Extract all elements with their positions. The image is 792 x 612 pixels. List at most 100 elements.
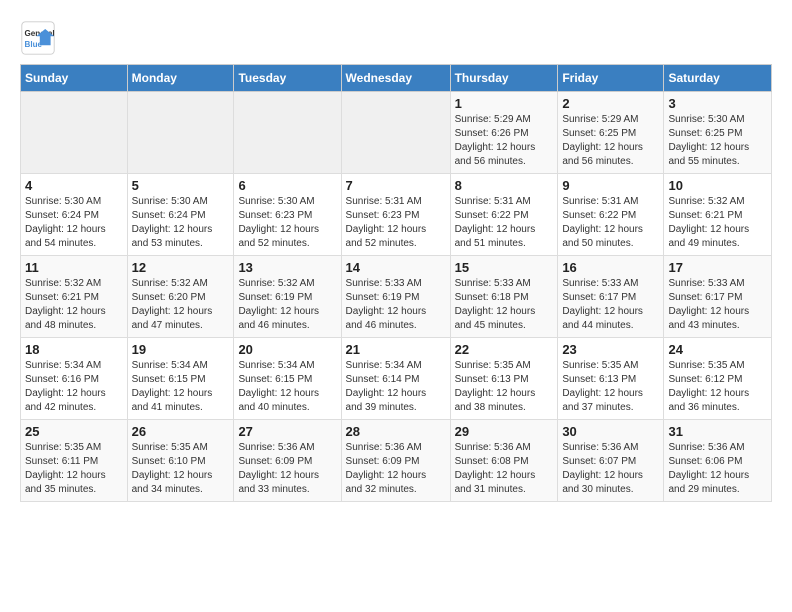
day-number: 22 bbox=[455, 342, 554, 357]
day-number: 27 bbox=[238, 424, 336, 439]
day-info: Sunrise: 5:34 AM Sunset: 6:15 PM Dayligh… bbox=[238, 359, 336, 415]
day-info: Sunrise: 5:30 AM Sunset: 6:25 PM Dayligh… bbox=[668, 113, 767, 169]
day-cell bbox=[21, 92, 128, 174]
day-info: Sunrise: 5:31 AM Sunset: 6:22 PM Dayligh… bbox=[455, 195, 554, 251]
day-info: Sunrise: 5:34 AM Sunset: 6:14 PM Dayligh… bbox=[346, 359, 446, 415]
day-cell: 24 Sunrise: 5:35 AM Sunset: 6:12 PM Dayli… bbox=[664, 338, 772, 420]
day-cell: 6 Sunrise: 5:30 AM Sunset: 6:23 PM Daylig… bbox=[234, 174, 341, 256]
day-cell: 25 Sunrise: 5:35 AM Sunset: 6:11 PM Dayli… bbox=[21, 420, 128, 502]
day-cell: 17Sunrise: 5:33 AM Sunset: 6:17 PM Dayli… bbox=[664, 256, 772, 338]
day-cell: 12 Sunrise: 5:32 AM Sunset: 6:20 PM Dayli… bbox=[127, 256, 234, 338]
day-cell: 3 Sunrise: 5:30 AM Sunset: 6:25 PM Daylig… bbox=[664, 92, 772, 174]
day-cell: 22 Sunrise: 5:35 AM Sunset: 6:13 PM Dayli… bbox=[450, 338, 558, 420]
day-cell: 1 Sunrise: 5:29 AM Sunset: 6:26 PM Daylig… bbox=[450, 92, 558, 174]
day-cell: 31 Sunrise: 5:36 AM Sunset: 6:06 PM Dayli… bbox=[664, 420, 772, 502]
logo-icon: General Blue bbox=[20, 20, 56, 56]
day-cell: 5 Sunrise: 5:30 AM Sunset: 6:24 PM Daylig… bbox=[127, 174, 234, 256]
day-info: Sunrise: 5:35 AM Sunset: 6:11 PM Dayligh… bbox=[25, 441, 123, 497]
day-info: Sunrise: 5:34 AM Sunset: 6:15 PM Dayligh… bbox=[132, 359, 230, 415]
day-info: Sunrise: 5:36 AM Sunset: 6:09 PM Dayligh… bbox=[346, 441, 446, 497]
day-number: 9 bbox=[562, 178, 659, 193]
column-header-tuesday: Tuesday bbox=[234, 65, 341, 92]
day-number: 19 bbox=[132, 342, 230, 357]
day-info: Sunrise: 5:35 AM Sunset: 6:10 PM Dayligh… bbox=[132, 441, 230, 497]
day-info: Sunrise: 5:32 AM Sunset: 6:21 PM Dayligh… bbox=[25, 277, 123, 333]
day-number: 7 bbox=[346, 178, 446, 193]
day-number: 1 bbox=[455, 96, 554, 111]
day-number: 13 bbox=[238, 260, 336, 275]
day-number: 8 bbox=[455, 178, 554, 193]
week-row-4: 18 Sunrise: 5:34 AM Sunset: 6:16 PM Dayli… bbox=[21, 338, 772, 420]
day-cell: 29 Sunrise: 5:36 AM Sunset: 6:08 PM Dayli… bbox=[450, 420, 558, 502]
day-info: Sunrise: 5:33 AM Sunset: 6:17 PM Dayligh… bbox=[562, 277, 659, 333]
day-cell: 4Sunrise: 5:30 AM Sunset: 6:24 PM Daylig… bbox=[21, 174, 128, 256]
day-info: Sunrise: 5:36 AM Sunset: 6:08 PM Dayligh… bbox=[455, 441, 554, 497]
day-number: 17 bbox=[668, 260, 767, 275]
day-info: Sunrise: 5:35 AM Sunset: 6:12 PM Dayligh… bbox=[668, 359, 767, 415]
day-number: 5 bbox=[132, 178, 230, 193]
day-info: Sunrise: 5:29 AM Sunset: 6:26 PM Dayligh… bbox=[455, 113, 554, 169]
day-number: 21 bbox=[346, 342, 446, 357]
day-cell: 28 Sunrise: 5:36 AM Sunset: 6:09 PM Dayli… bbox=[341, 420, 450, 502]
day-number: 16 bbox=[562, 260, 659, 275]
day-cell: 10 Sunrise: 5:32 AM Sunset: 6:21 PM Dayli… bbox=[664, 174, 772, 256]
column-header-friday: Friday bbox=[558, 65, 664, 92]
day-number: 25 bbox=[25, 424, 123, 439]
day-info: Sunrise: 5:32 AM Sunset: 6:19 PM Dayligh… bbox=[238, 277, 336, 333]
day-number: 3 bbox=[668, 96, 767, 111]
week-row-3: 11 Sunrise: 5:32 AM Sunset: 6:21 PM Dayli… bbox=[21, 256, 772, 338]
day-info: Sunrise: 5:35 AM Sunset: 6:13 PM Dayligh… bbox=[562, 359, 659, 415]
day-cell bbox=[341, 92, 450, 174]
day-cell: 30Sunrise: 5:36 AM Sunset: 6:07 PM Dayli… bbox=[558, 420, 664, 502]
day-cell: 15 Sunrise: 5:33 AM Sunset: 6:18 PM Dayli… bbox=[450, 256, 558, 338]
day-cell: 21 Sunrise: 5:34 AM Sunset: 6:14 PM Dayli… bbox=[341, 338, 450, 420]
day-cell: 13 Sunrise: 5:32 AM Sunset: 6:19 PM Dayli… bbox=[234, 256, 341, 338]
week-row-1: 1 Sunrise: 5:29 AM Sunset: 6:26 PM Daylig… bbox=[21, 92, 772, 174]
day-info: Sunrise: 5:33 AM Sunset: 6:18 PM Dayligh… bbox=[455, 277, 554, 333]
day-number: 10 bbox=[668, 178, 767, 193]
day-cell: 19 Sunrise: 5:34 AM Sunset: 6:15 PM Dayli… bbox=[127, 338, 234, 420]
day-cell: 18 Sunrise: 5:34 AM Sunset: 6:16 PM Dayli… bbox=[21, 338, 128, 420]
day-cell: 7 Sunrise: 5:31 AM Sunset: 6:23 PM Daylig… bbox=[341, 174, 450, 256]
day-info: Sunrise: 5:35 AM Sunset: 6:13 PM Dayligh… bbox=[455, 359, 554, 415]
column-header-saturday: Saturday bbox=[664, 65, 772, 92]
day-number: 11 bbox=[25, 260, 123, 275]
day-number: 20 bbox=[238, 342, 336, 357]
day-cell: 27 Sunrise: 5:36 AM Sunset: 6:09 PM Dayli… bbox=[234, 420, 341, 502]
day-number: 2 bbox=[562, 96, 659, 111]
day-number: 23 bbox=[562, 342, 659, 357]
page-header: General Blue bbox=[20, 20, 772, 56]
day-cell bbox=[127, 92, 234, 174]
day-info: Sunrise: 5:36 AM Sunset: 6:06 PM Dayligh… bbox=[668, 441, 767, 497]
day-number: 31 bbox=[668, 424, 767, 439]
logo: General Blue bbox=[20, 20, 56, 56]
day-info: Sunrise: 5:32 AM Sunset: 6:20 PM Dayligh… bbox=[132, 277, 230, 333]
day-info: Sunrise: 5:30 AM Sunset: 6:23 PM Dayligh… bbox=[238, 195, 336, 251]
day-number: 30 bbox=[562, 424, 659, 439]
day-number: 28 bbox=[346, 424, 446, 439]
day-cell: 9Sunrise: 5:31 AM Sunset: 6:22 PM Daylig… bbox=[558, 174, 664, 256]
header-row: SundayMondayTuesdayWednesdayThursdayFrid… bbox=[21, 65, 772, 92]
column-header-thursday: Thursday bbox=[450, 65, 558, 92]
day-cell: 14Sunrise: 5:33 AM Sunset: 6:19 PM Dayli… bbox=[341, 256, 450, 338]
day-cell: 16 Sunrise: 5:33 AM Sunset: 6:17 PM Dayli… bbox=[558, 256, 664, 338]
day-cell: 8 Sunrise: 5:31 AM Sunset: 6:22 PM Daylig… bbox=[450, 174, 558, 256]
column-header-sunday: Sunday bbox=[21, 65, 128, 92]
day-number: 12 bbox=[132, 260, 230, 275]
day-info: Sunrise: 5:32 AM Sunset: 6:21 PM Dayligh… bbox=[668, 195, 767, 251]
day-number: 29 bbox=[455, 424, 554, 439]
week-row-2: 4 Sunrise: 5:30 AM Sunset: 6:24 PM Daylig… bbox=[21, 174, 772, 256]
day-number: 4 bbox=[25, 178, 123, 193]
day-cell: 11 Sunrise: 5:32 AM Sunset: 6:21 PM Dayli… bbox=[21, 256, 128, 338]
day-number: 26 bbox=[132, 424, 230, 439]
day-info: Sunrise: 5:31 AM Sunset: 6:23 PM Dayligh… bbox=[346, 195, 446, 251]
day-number: 6 bbox=[238, 178, 336, 193]
day-info: Sunrise: 5:36 AM Sunset: 6:09 PM Dayligh… bbox=[238, 441, 336, 497]
day-info: Sunrise: 5:34 AM Sunset: 6:16 PM Dayligh… bbox=[25, 359, 123, 415]
day-cell bbox=[234, 92, 341, 174]
day-cell: 26 Sunrise: 5:35 AM Sunset: 6:10 PM Dayli… bbox=[127, 420, 234, 502]
day-number: 18 bbox=[25, 342, 123, 357]
day-number: 15 bbox=[455, 260, 554, 275]
day-number: 24 bbox=[668, 342, 767, 357]
day-info: Sunrise: 5:30 AM Sunset: 6:24 PM Dayligh… bbox=[132, 195, 230, 251]
